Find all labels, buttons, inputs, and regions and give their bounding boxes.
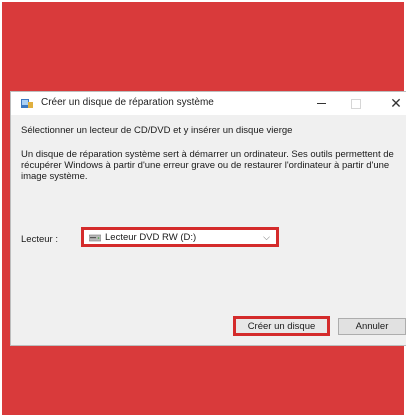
minimize-button[interactable] (306, 92, 336, 115)
maximize-icon (351, 98, 361, 109)
dvd-drive-icon (89, 234, 101, 242)
close-icon: ✕ (390, 95, 402, 111)
title-bar: Créer un disque de réparation système ✕ (11, 92, 406, 115)
chevron-down-icon: ⌵ (263, 232, 270, 242)
drive-select[interactable]: Lecteur DVD RW (D:) ⌵ (81, 227, 279, 247)
repair-disc-dialog: Créer un disque de réparation système ✕ … (11, 92, 406, 345)
dialog-title: Créer un disque de réparation système (41, 97, 214, 108)
drive-selected-value: Lecteur DVD RW (D:) (105, 232, 197, 243)
instruction-heading: Sélectionner un lecteur de CD/DVD et y i… (21, 125, 293, 136)
close-button[interactable]: ✕ (381, 92, 406, 115)
description-text: Un disque de réparation système sert à d… (21, 149, 394, 182)
create-disc-button[interactable]: Créer un disque (233, 316, 330, 336)
drive-label: Lecteur : (21, 234, 58, 245)
app-icon (21, 99, 33, 108)
minimize-icon (316, 103, 326, 104)
cancel-button[interactable]: Annuler (338, 318, 406, 335)
maximize-button[interactable] (341, 92, 371, 115)
